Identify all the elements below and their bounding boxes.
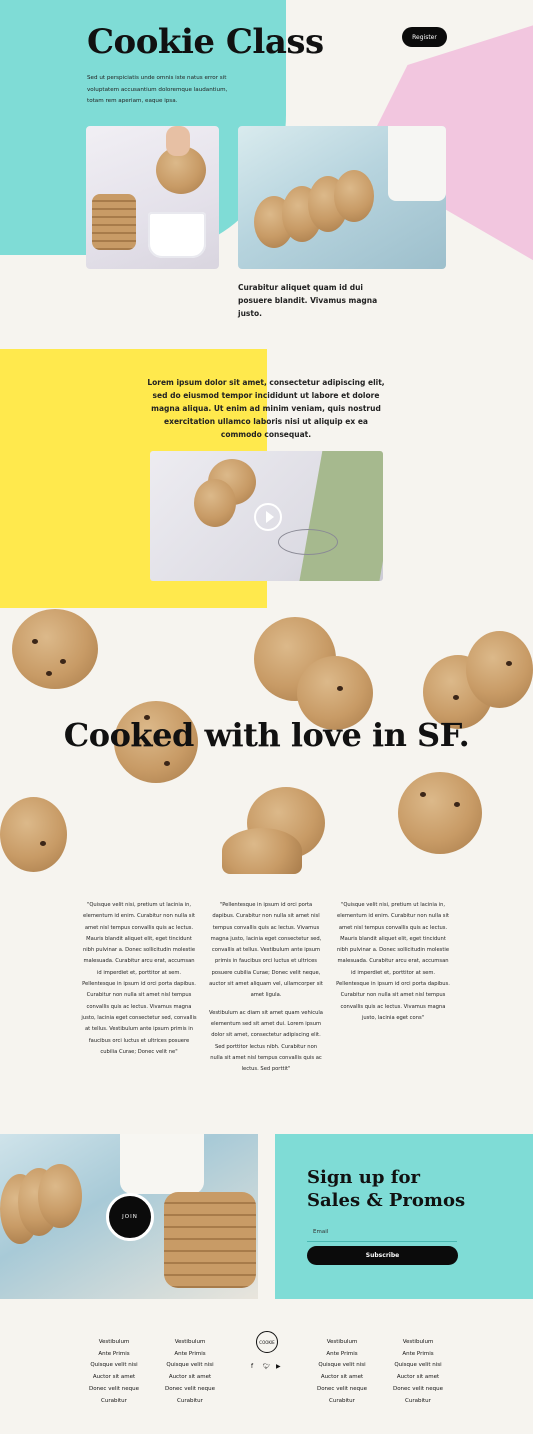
footer-link[interactable]: Curabitur <box>312 1396 372 1408</box>
footer-column-1: Vestibulum Ante Primis Quisque velit nis… <box>84 1337 144 1407</box>
footer-link[interactable]: Vestibulum <box>160 1337 220 1349</box>
youtube-icon[interactable]: ▶ <box>276 1363 281 1370</box>
testimonial-column-3: "Quisque velit nisi, pretium ut lacinia … <box>335 900 451 1030</box>
play-icon[interactable] <box>254 503 282 531</box>
testimonial-text: Vestibulum ac diam sit amet quam vehicul… <box>209 1009 323 1073</box>
footer-link[interactable]: Donec velit neque <box>84 1384 144 1396</box>
footer-link[interactable]: Vestibulum <box>388 1337 448 1349</box>
twitter-icon[interactable]: 🐦︎ <box>263 1363 271 1370</box>
footer-link[interactable]: Quisque velit nisi <box>388 1360 448 1372</box>
floating-cookie <box>0 797 67 872</box>
footer-link[interactable]: Ante Primis <box>388 1349 448 1361</box>
floating-cookie <box>12 609 98 689</box>
testimonial-column-1: "Quisque velit nisi, pretium ut lacinia … <box>81 900 197 1064</box>
milk-bottle <box>120 1134 204 1194</box>
footer-link[interactable]: Vestibulum <box>312 1337 372 1349</box>
whisk <box>278 529 338 555</box>
email-field[interactable]: Email <box>313 1229 328 1235</box>
milk-glass <box>148 212 206 258</box>
testimonial-text: "Pellentesque in ipsum id orci porta dap… <box>209 902 323 999</box>
signup-title: Sign up for Sales & Promos <box>307 1167 466 1211</box>
page-title: Cookie Class <box>87 22 324 62</box>
intro-text: Lorem ipsum dolor sit amet, consectetur … <box>147 378 385 439</box>
footer-link[interactable]: Auctor sit amet <box>160 1372 220 1384</box>
email-underline <box>307 1241 457 1242</box>
play-triangle <box>265 511 274 523</box>
hero-photo-cookie-milk <box>86 126 219 269</box>
video-thumbnail[interactable] <box>150 451 383 581</box>
testimonial-column-2: "Pellentesque in ipsum id orci porta dap… <box>208 900 324 1081</box>
milk-bottle <box>388 126 446 201</box>
hero-subtitle: Sed ut perspiciatis unde omnis iste natu… <box>87 75 228 104</box>
testimonial-text: "Quisque velit nisi, pretium ut lacinia … <box>81 902 197 1055</box>
footer-link[interactable]: Donec velit neque <box>388 1384 448 1396</box>
hand <box>166 126 190 156</box>
facebook-icon[interactable]: f <box>251 1363 253 1370</box>
floating-cookie <box>398 772 482 854</box>
footer-link[interactable]: Donec velit neque <box>312 1384 372 1396</box>
footer-link[interactable]: Ante Primis <box>160 1349 220 1361</box>
footer-column-3: Vestibulum Ante Primis Quisque velit nis… <box>312 1337 372 1407</box>
cookie <box>194 479 236 527</box>
footer-link[interactable]: Auctor sit amet <box>84 1372 144 1384</box>
testimonial-text: "Quisque velit nisi, pretium ut lacinia … <box>336 902 450 1021</box>
footer-link[interactable]: Ante Primis <box>84 1349 144 1361</box>
subscribe-button[interactable]: Subscribe <box>307 1246 458 1265</box>
join-button[interactable]: JOIN <box>106 1193 154 1241</box>
footer-link[interactable]: Vestibulum <box>84 1337 144 1349</box>
footer-link[interactable]: Quisque velit nisi <box>312 1360 372 1372</box>
footer-link[interactable]: Curabitur <box>160 1396 220 1408</box>
footer-link[interactable]: Quisque velit nisi <box>160 1360 220 1372</box>
footer-link[interactable]: Quisque velit nisi <box>84 1360 144 1372</box>
cookie <box>334 170 374 222</box>
banner-title: Cooked with love in SF. <box>63 716 470 754</box>
register-button[interactable]: Register <box>402 27 447 47</box>
footer-link[interactable]: Curabitur <box>84 1396 144 1408</box>
signup-panel <box>275 1134 533 1299</box>
footer-link[interactable]: Curabitur <box>388 1396 448 1408</box>
footer-column-4: Vestibulum Ante Primis Quisque velit nis… <box>388 1337 448 1407</box>
footer-link[interactable]: Auctor sit amet <box>312 1372 372 1384</box>
footer-logo[interactable]: COOKIE <box>256 1331 278 1353</box>
cookie-stack <box>92 194 136 250</box>
hero-photo-cookie-box <box>238 126 446 269</box>
cookie-stack <box>164 1192 256 1288</box>
floating-cookie <box>222 828 302 874</box>
footer-link[interactable]: Donec velit neque <box>160 1384 220 1396</box>
footer-link[interactable]: Auctor sit amet <box>388 1372 448 1384</box>
hero-caption: Curabitur aliquet quam id dui posuere bl… <box>238 283 378 318</box>
footer-column-2: Vestibulum Ante Primis Quisque velit nis… <box>160 1337 220 1407</box>
cookie <box>38 1164 82 1228</box>
footer-link[interactable]: Ante Primis <box>312 1349 372 1361</box>
napkin <box>297 451 383 581</box>
floating-cookie <box>466 631 533 708</box>
